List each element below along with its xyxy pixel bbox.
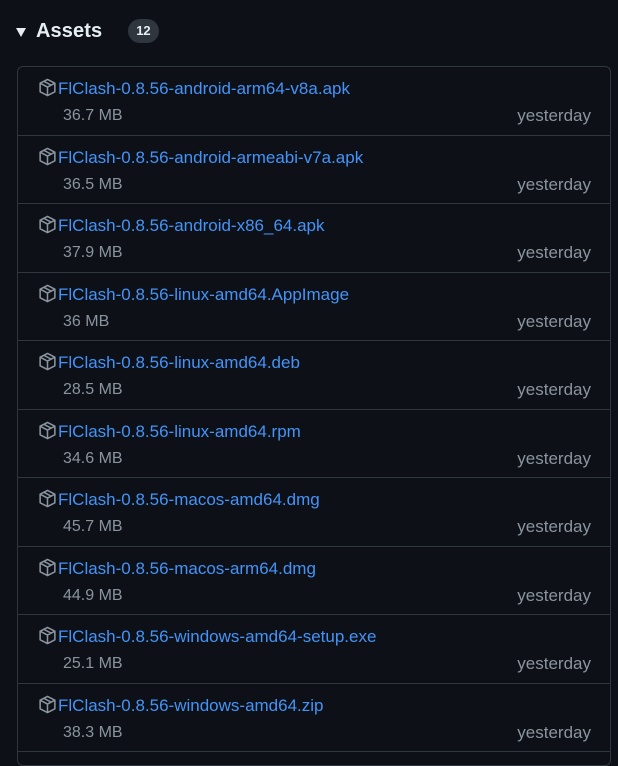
- asset-link[interactable]: FlClash-0.8.56-windows-amd64-setup.exe: [58, 626, 376, 648]
- asset-link[interactable]: FlClash-0.8.56-windows-amd64.zip: [58, 695, 324, 717]
- asset-date: yesterday: [517, 585, 591, 605]
- asset-size: 36.5 MB: [63, 175, 123, 193]
- assets-header[interactable]: Assets 12: [16, 14, 159, 48]
- asset-link[interactable]: FlClash-0.8.56-android-arm64-v8a.apk: [58, 78, 350, 100]
- asset-date: yesterday: [517, 106, 591, 125]
- asset-row: FlClash-0.8.56-linux-amd64.rpm 34.6 MB y…: [18, 410, 610, 478]
- asset-size: 28.5 MB: [63, 381, 123, 398]
- asset-link[interactable]: FlClash-0.8.56-linux-amd64.deb: [58, 352, 300, 374]
- asset-link[interactable]: FlClash-0.8.56-android-x86_64.apk: [58, 215, 325, 237]
- asset-size: 36 MB: [63, 312, 110, 330]
- asset-row: FlClash-0.8.56-android-arm64-v8a.apk 36.…: [18, 67, 610, 136]
- asset-date: yesterday: [517, 174, 591, 194]
- package-icon: [39, 352, 56, 371]
- assets-count-badge: 12: [128, 19, 159, 43]
- asset-date: yesterday: [517, 243, 591, 262]
- asset-row: FlClash-0.8.56-windows-amd64-setup.exe 2…: [18, 615, 610, 684]
- asset-size: 36.7 MB: [63, 107, 123, 124]
- asset-row: FlClash-0.8.56-linux-amd64.AppImage 36 M…: [18, 273, 610, 341]
- package-icon: [39, 78, 56, 97]
- asset-date: yesterday: [517, 517, 591, 536]
- asset-size: 37.9 MB: [63, 244, 123, 261]
- asset-link[interactable]: FlClash-0.8.56-macos-arm64.dmg: [58, 558, 316, 580]
- package-icon: [39, 215, 56, 234]
- package-icon: [39, 284, 56, 302]
- asset-row: FlClash-0.8.56-linux-amd64.deb 28.5 MB y…: [18, 341, 610, 410]
- asset-date: yesterday: [517, 311, 591, 331]
- asset-link[interactable]: FlClash-0.8.56-macos-amd64.dmg: [58, 489, 320, 511]
- asset-date: yesterday: [517, 722, 591, 742]
- asset-link[interactable]: FlClash-0.8.56-linux-amd64.rpm: [58, 421, 301, 443]
- asset-link[interactable]: FlClash-0.8.56-android-armeabi-v7a.apk: [58, 147, 363, 169]
- package-icon: [39, 558, 56, 576]
- assets-title: Assets: [36, 19, 103, 42]
- package-icon: [39, 421, 56, 439]
- asset-size: 25.1 MB: [63, 655, 123, 672]
- package-icon: [39, 626, 56, 645]
- asset-link[interactable]: FlClash-0.8.56-linux-amd64.AppImage: [58, 284, 349, 306]
- asset-size: 44.9 MB: [63, 586, 123, 604]
- package-icon: [39, 695, 56, 713]
- asset-size: 38.3 MB: [63, 723, 123, 741]
- asset-row: FlClash-0.8.56-android-x86_64.apk 37.9 M…: [18, 204, 610, 273]
- asset-row: FlClash-0.8.56-macos-amd64.dmg 45.7 MB y…: [18, 478, 610, 547]
- asset-date: yesterday: [517, 654, 591, 673]
- asset-row: FlClash-0.8.56-macos-arm64.dmg 44.9 MB y…: [18, 547, 610, 615]
- package-icon: [39, 489, 56, 508]
- asset-row: FlClash-0.8.56-android-armeabi-v7a.apk 3…: [18, 136, 610, 204]
- asset-size: 45.7 MB: [63, 518, 123, 535]
- assets-list: FlClash-0.8.56-android-arm64-v8a.apk 36.…: [17, 66, 611, 766]
- asset-size: 34.6 MB: [63, 449, 123, 467]
- asset-row: FlClash-0.8.56-windows-amd64.zip 38.3 MB…: [18, 684, 610, 752]
- asset-date: yesterday: [517, 448, 591, 468]
- asset-date: yesterday: [517, 380, 591, 399]
- caret-down-icon[interactable]: [16, 27, 26, 37]
- package-icon: [39, 147, 56, 165]
